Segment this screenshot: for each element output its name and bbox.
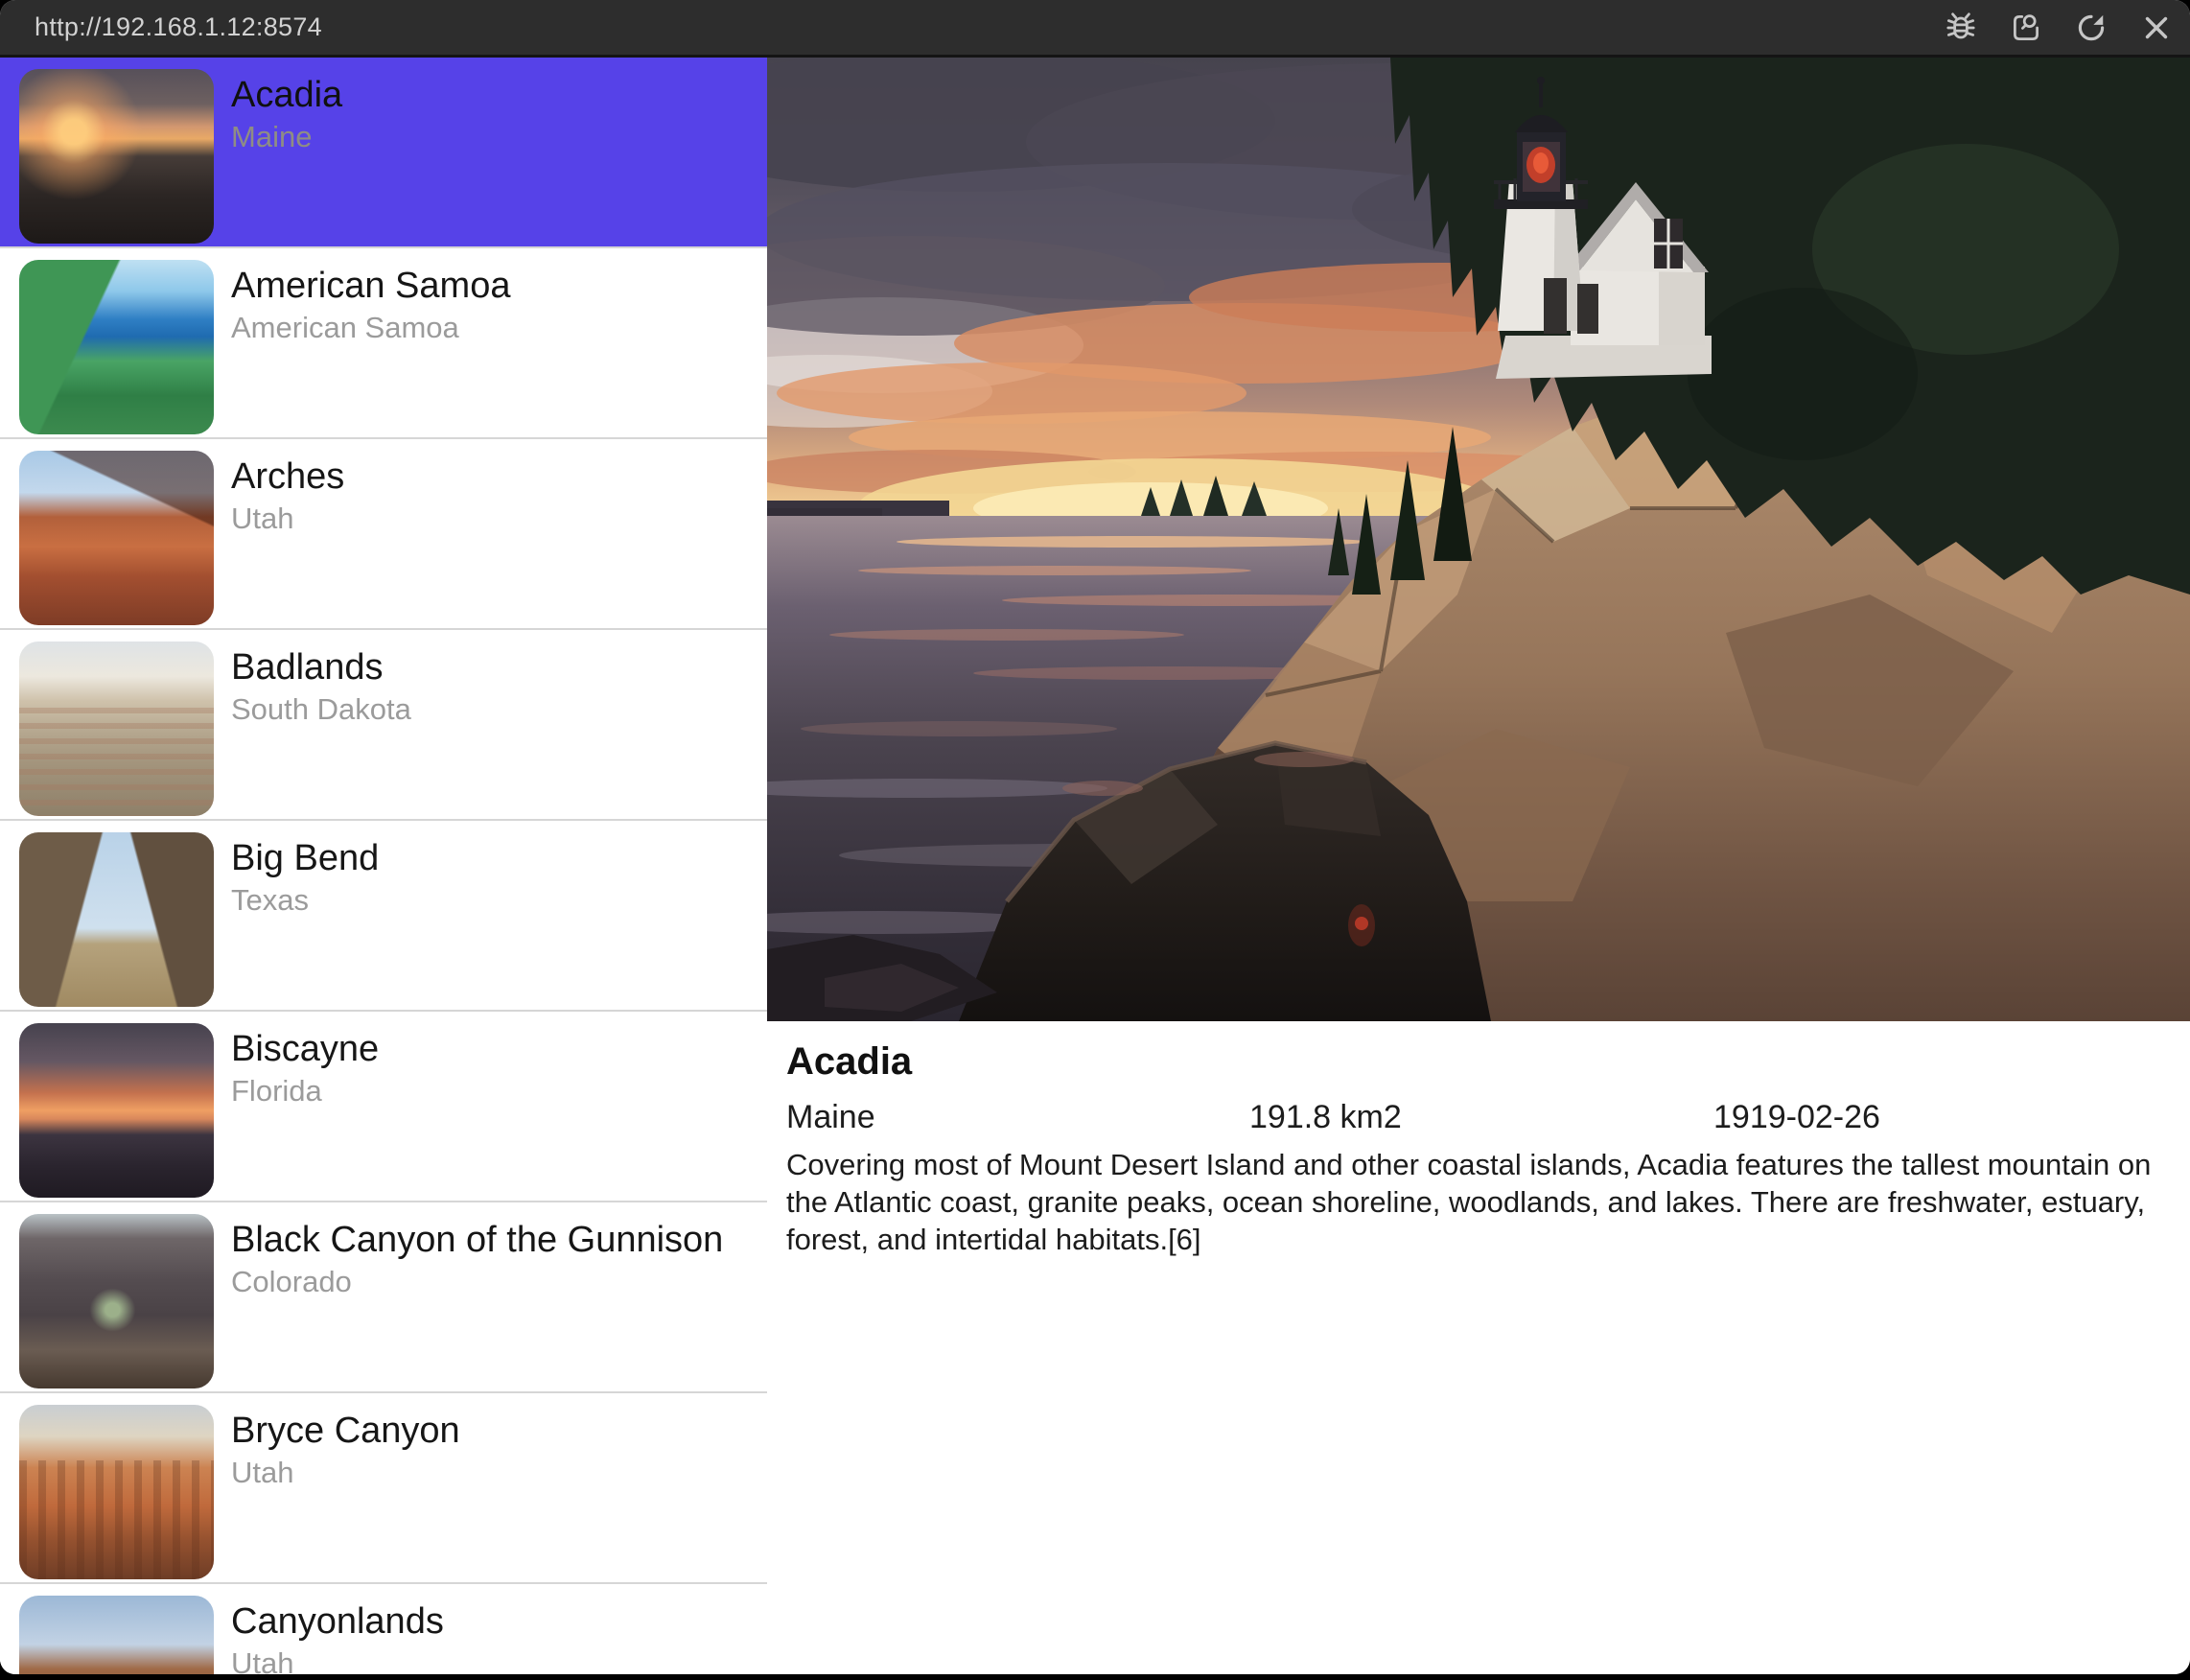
park-list-item-badlands[interactable]: Badlands South Dakota [0,630,767,821]
park-thumbnail-big-bend [19,832,214,1007]
park-thumbnail-canyonlands [19,1596,214,1674]
park-thumbnail-acadia [19,69,214,244]
park-list-item-black-canyon[interactable]: Black Canyon of the Gunnison Colorado [0,1202,767,1393]
browser-topbar: http://192.168.1.12:8574 [0,0,2190,58]
park-name: Bryce Canyon [231,1411,460,1452]
park-item-text: Arches Utah [231,439,344,628]
park-list-item-american-samoa[interactable]: American Samoa American Samoa [0,248,767,439]
park-list-item-arches[interactable]: Arches Utah [0,439,767,630]
detail-meta-row: Maine 191.8 km2 1919-02-26 [786,1099,2171,1136]
park-state: American Samoa [231,311,510,345]
park-name: Acadia [231,75,342,116]
park-list-item-big-bend[interactable]: Big Bend Texas [0,821,767,1012]
park-item-text: Big Bend Texas [231,821,379,1010]
park-list-item-canyonlands[interactable]: Canyonlands Utah [0,1584,767,1674]
park-list-item-acadia[interactable]: Acadia Maine [0,58,767,248]
park-state: Utah [231,1646,444,1674]
park-name: American Samoa [231,266,510,307]
park-item-text: Bryce Canyon Utah [231,1393,460,1582]
park-item-text: Biscayne Florida [231,1012,379,1201]
park-item-text: Badlands South Dakota [231,630,411,819]
detail-area: 191.8 km2 [1249,1099,1402,1136]
park-state: Colorado [231,1265,723,1299]
lighthouse-scene-illustration [767,58,2190,1021]
park-name: Badlands [231,647,411,688]
park-item-text: Black Canyon of the Gunnison Colorado [231,1202,723,1391]
reload-icon[interactable] [2073,10,2109,46]
park-name: Arches [231,456,344,498]
park-name: Canyonlands [231,1601,444,1643]
park-thumbnail-black-canyon [19,1214,214,1388]
park-state: Utah [231,1456,460,1490]
url-text: http://192.168.1.12:8574 [35,12,322,42]
park-item-text: Canyonlands Utah [231,1584,444,1674]
app-window: http://192.168.1.12:8574 [0,0,2190,1674]
park-list: Acadia Maine American Samoa American Sam… [0,58,767,1674]
park-detail-pane: Acadia Maine 191.8 km2 1919-02-26 Coveri… [767,58,2190,1674]
park-photo [767,58,2190,1021]
park-thumbnail-badlands [19,642,214,816]
park-item-text: Acadia Maine [231,58,342,246]
park-state: Florida [231,1074,379,1108]
park-thumbnail-american-samoa [19,260,214,434]
park-state: Texas [231,883,379,918]
park-detail-text: Acadia Maine 191.8 km2 1919-02-26 Coveri… [767,1021,2190,1258]
detail-title: Acadia [786,1040,2171,1084]
park-name: Biscayne [231,1029,379,1070]
park-item-text: American Samoa American Samoa [231,248,510,437]
park-name: Big Bend [231,838,379,879]
park-thumbnail-biscayne [19,1023,214,1198]
detail-state: Maine [786,1099,875,1136]
park-list-item-biscayne[interactable]: Biscayne Florida [0,1012,767,1202]
main-content: Acadia Maine American Samoa American Sam… [0,58,2190,1674]
close-icon[interactable] [2138,10,2175,46]
park-thumbnail-bryce-canyon [19,1405,214,1579]
park-list-item-bryce-canyon[interactable]: Bryce Canyon Utah [0,1393,767,1584]
park-name: Black Canyon of the Gunnison [231,1220,723,1261]
topbar-icons [1943,10,2175,46]
inspect-page-icon[interactable] [2008,10,2044,46]
detail-established-date: 1919-02-26 [1713,1099,1880,1136]
park-state: Utah [231,502,344,536]
park-state: Maine [231,120,342,154]
park-thumbnail-arches [19,451,214,625]
debug-icon[interactable] [1943,10,1979,46]
detail-description: Covering most of Mount Desert Island and… [786,1146,2171,1258]
park-state: South Dakota [231,692,411,727]
